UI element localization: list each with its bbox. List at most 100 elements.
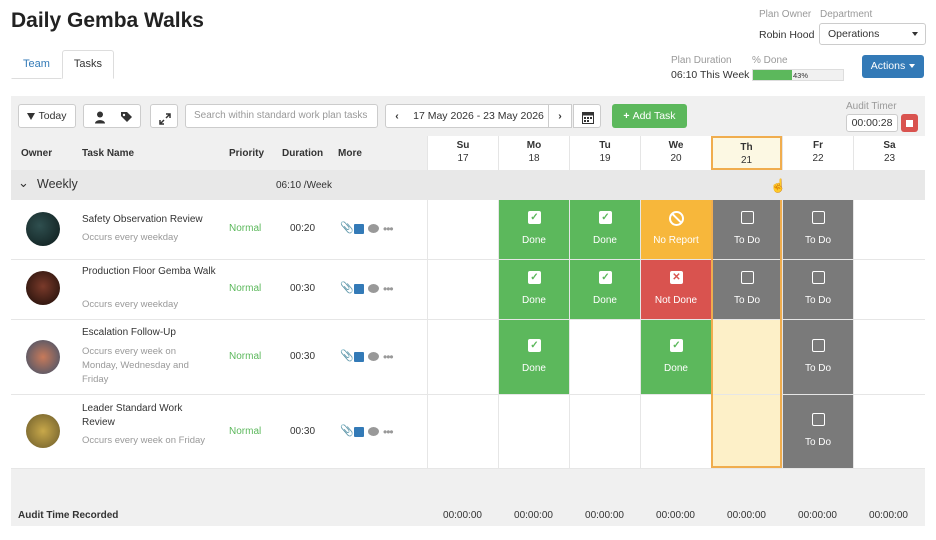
add-task-button[interactable]: + Add Task <box>612 104 687 128</box>
day-status-cell[interactable]: To Do <box>711 260 782 320</box>
paperclip-icon[interactable]: 📎 <box>340 223 354 234</box>
more-dots-icon[interactable]: ••• <box>383 426 394 438</box>
comment-icon[interactable] <box>368 224 379 233</box>
day-status-cell[interactable]: ✓ Done <box>498 260 569 320</box>
percent-done-fill <box>753 70 792 80</box>
day-status-cell[interactable] <box>711 320 782 395</box>
comment-icon[interactable] <box>368 352 379 361</box>
task-name[interactable]: Safety Observation Review <box>82 213 217 227</box>
day-name: Mo <box>526 140 542 151</box>
day-header-su: Su 17 <box>427 136 498 170</box>
day-status-cell[interactable] <box>853 200 925 260</box>
owner-tag-filter-group <box>83 104 141 128</box>
add-task-label: Add Task <box>632 110 676 122</box>
tag-icon[interactable] <box>120 110 133 123</box>
comment-icon[interactable] <box>368 427 379 436</box>
day-header-th: Th 21 <box>711 136 782 170</box>
day-status-cell[interactable]: ✓ Done <box>569 200 640 260</box>
actions-button[interactable]: Actions <box>862 55 924 78</box>
group-row[interactable] <box>11 170 925 200</box>
task-name[interactable]: Escalation Follow-Up <box>82 326 217 340</box>
status-label: To Do <box>804 437 832 448</box>
day-status-cell[interactable] <box>427 395 498 469</box>
task-priority: Normal <box>229 426 262 437</box>
task-name[interactable]: Leader Standard Work Review <box>82 402 217 430</box>
paperclip-icon[interactable]: 📎 <box>340 283 354 294</box>
day-status-cell[interactable] <box>427 260 498 320</box>
tab-team[interactable]: Team <box>11 50 62 79</box>
day-status-cell[interactable]: To Do <box>782 260 853 320</box>
paperclip-icon[interactable]: 📎 <box>340 351 354 362</box>
task-priority: Normal <box>229 223 262 234</box>
checkbox-icon <box>812 211 825 224</box>
day-date: 20 <box>670 153 682 164</box>
status-label: Done <box>522 295 546 306</box>
expand-button[interactable] <box>150 104 178 128</box>
avatar <box>26 212 60 246</box>
day-status-cell[interactable]: To Do <box>711 200 782 260</box>
search-input[interactable]: Search within standard work plan tasks <box>185 104 378 128</box>
day-name: Fr <box>813 140 823 151</box>
percent-done-text: 43% <box>793 71 809 80</box>
filter-icon <box>27 112 36 120</box>
day-status-cell[interactable] <box>853 320 925 395</box>
next-week-button[interactable]: › <box>548 104 572 128</box>
check-icon: ✓ <box>528 338 541 352</box>
task-name[interactable]: Production Floor Gemba Walk <box>82 265 217 279</box>
day-status-cell[interactable] <box>569 320 640 395</box>
day-status-cell[interactable] <box>427 320 498 395</box>
more-dots-icon[interactable]: ••• <box>383 351 394 363</box>
task-schedule: Occurs every weekday <box>82 232 179 243</box>
day-header-tu: Tu 19 <box>569 136 640 170</box>
day-status-cell[interactable]: No Report <box>640 200 711 260</box>
audit-time-value: 00:00:00 <box>798 510 837 521</box>
day-status-cell[interactable] <box>853 395 925 469</box>
user-icon[interactable] <box>94 110 106 124</box>
note-icon[interactable] <box>354 283 364 294</box>
day-status-cell[interactable]: ✓ Done <box>569 260 640 320</box>
day-status-cell[interactable]: ✓ Done <box>498 200 569 260</box>
task-schedule: Occurs every week on Monday, Wednesday a… <box>82 346 189 385</box>
chevron-down-icon[interactable]: ⌄ <box>18 175 29 191</box>
department-select[interactable]: Operations <box>819 23 926 45</box>
day-status-cell[interactable] <box>711 395 782 469</box>
checkbox-icon <box>812 271 825 284</box>
day-status-cell[interactable] <box>640 395 711 469</box>
percent-done-label: % Done <box>752 55 788 66</box>
audit-timer-value: 00:00:28 <box>846 114 898 132</box>
day-status-cell[interactable]: ✕ Not Done <box>640 260 711 320</box>
task-more-actions: 📎 ••• <box>340 283 394 295</box>
comment-icon[interactable] <box>368 284 379 293</box>
day-status-cell[interactable]: To Do <box>782 320 853 395</box>
col-duration: Duration <box>282 148 324 159</box>
day-header-fr: Fr 22 <box>782 136 853 170</box>
prev-week-button[interactable]: ‹ <box>385 104 409 128</box>
day-date: 23 <box>883 153 896 164</box>
day-status-cell[interactable] <box>498 395 569 469</box>
day-status-cell[interactable]: To Do <box>782 395 853 469</box>
note-icon[interactable] <box>354 426 364 437</box>
more-dots-icon[interactable]: ••• <box>383 283 394 295</box>
day-status-cell[interactable] <box>427 200 498 260</box>
note-icon[interactable] <box>354 223 364 234</box>
status-label: To Do <box>804 295 832 306</box>
tab-tasks[interactable]: Tasks <box>61 50 115 79</box>
paperclip-icon[interactable]: 📎 <box>340 426 354 437</box>
more-dots-icon[interactable]: ••• <box>383 223 394 235</box>
day-header-mo: Mo 18 <box>498 136 569 170</box>
check-icon: ✓ <box>599 271 612 284</box>
stop-timer-button[interactable] <box>901 114 918 132</box>
plan-owner-label: Plan Owner <box>759 9 812 20</box>
note-icon[interactable] <box>354 351 364 362</box>
checkbox-icon <box>812 338 825 352</box>
day-status-cell[interactable] <box>569 395 640 469</box>
day-status-cell[interactable]: To Do <box>782 200 853 260</box>
day-status-cell[interactable] <box>853 260 925 320</box>
today-button[interactable]: Today <box>18 104 76 128</box>
status-label: Done <box>593 295 617 306</box>
day-status-cell[interactable]: ✓ Done <box>640 320 711 395</box>
audit-timer-label: Audit Timer <box>846 101 897 112</box>
calendar-button[interactable] <box>573 104 601 128</box>
avatar <box>26 340 60 374</box>
day-status-cell[interactable]: ✓ Done <box>498 320 569 395</box>
